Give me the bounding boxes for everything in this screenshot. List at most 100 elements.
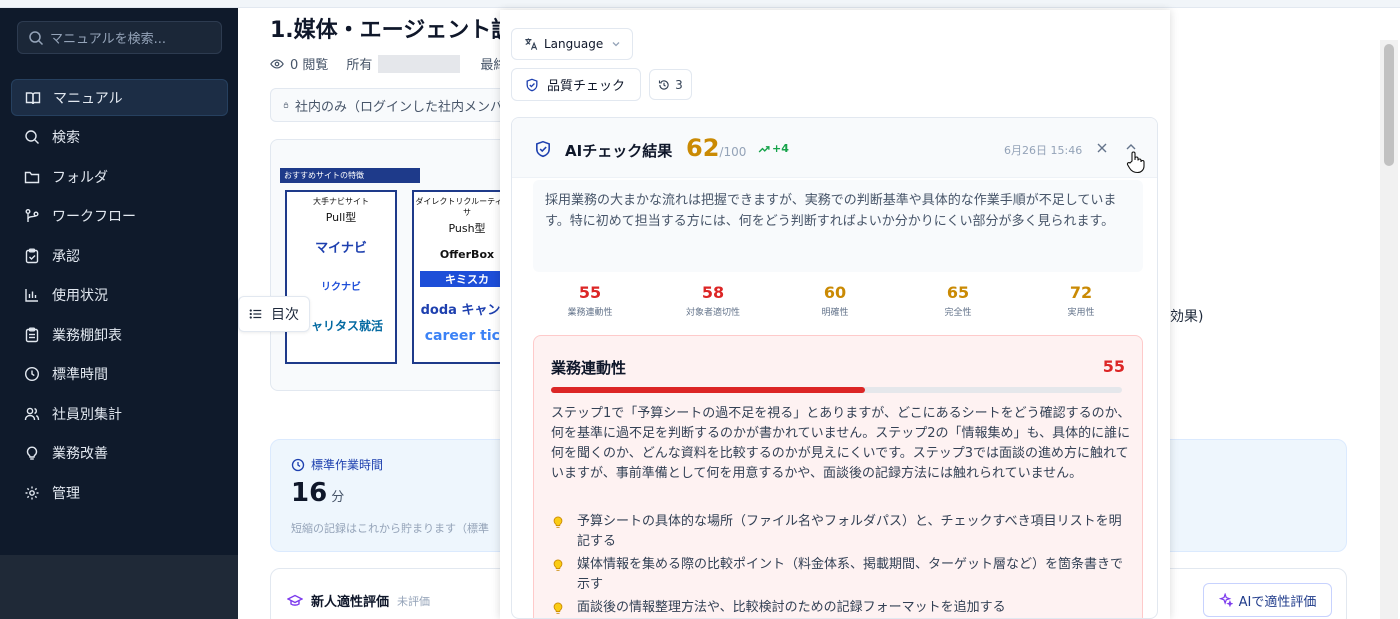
sidebar-search-input[interactable]: マニュアルを検索...	[17, 21, 222, 54]
image-push-kind: Push型	[448, 222, 486, 235]
tip-item: 予算シートの具体的な場所（ファイル名やフォルダパス）と、チェックすべき項目リスト…	[551, 512, 1131, 552]
metric-label: 業務連動性	[567, 308, 613, 318]
image-push-column: ダイレクトリクルーティングサ Push型 OfferBox キミスカ doda …	[412, 190, 510, 364]
sidebar-item-label: フォルダ	[52, 169, 108, 186]
sidebar: マニュアルを検索... マニュアル 検索 フォルダ ワークフロー 承認 使用状況…	[0, 8, 238, 619]
shield-check-icon	[526, 78, 538, 91]
sidebar-item-label: 業務棚卸表	[52, 327, 122, 344]
workflow-icon	[25, 209, 39, 222]
sidebar-item-employee-totals[interactable]: 社員別集計	[11, 395, 228, 432]
sidebar-item-label: 使用状況	[52, 288, 108, 304]
result-summary: 採用業務の大まかな流れは把握できますが、実務での判断基準や具体的な作業手順が不足…	[533, 180, 1143, 272]
metric-business-linkage: 55 業務連動性	[530, 283, 650, 318]
aptitude-eval-status: 未評価	[397, 594, 431, 608]
metric-label: 完全性	[944, 308, 972, 318]
owner-label: 所有	[346, 58, 373, 73]
shield-check-icon	[536, 140, 550, 158]
sidebar-item-label: ワークフロー	[52, 209, 136, 225]
ai-aptitude-eval-button[interactable]: AIで適性評価	[1203, 583, 1332, 617]
page-scrollbar[interactable]	[1380, 40, 1398, 619]
logo-offerbox: OfferBox	[439, 248, 495, 261]
history-icon	[659, 79, 669, 90]
sidebar-item-inventory[interactable]: 業務棚卸表	[11, 316, 228, 353]
page-meta: 0 閲覧 所有 最終更	[270, 54, 519, 73]
sidebar-item-approval[interactable]: 承認	[11, 237, 228, 274]
clipboard-check-icon	[25, 248, 39, 263]
improvement-tips: 予算シートの具体的な場所（ファイル名やフォルダパス）と、チェックすべき項目リスト…	[551, 512, 1131, 618]
detail-body: ステップ1で「予算シートの過不足を視る」とありますが、どこにあるシートをどう確認…	[551, 406, 1131, 481]
sidebar-item-standard-time[interactable]: 標準時間	[11, 356, 228, 393]
aptitude-eval-title: 新人適性評価 未評価	[287, 591, 430, 610]
quality-check-button[interactable]: 品質チェック	[511, 68, 641, 101]
metric-practicality: 72 実用性	[1021, 283, 1141, 318]
sidebar-item-label: 管理	[52, 485, 80, 502]
sidebar-item-label: 検索	[52, 130, 80, 146]
search-icon	[25, 130, 39, 144]
sidebar-item-usage[interactable]: 使用状況	[11, 277, 228, 314]
clipboard-list-icon	[25, 327, 39, 342]
result-date: 6月26日 15:46	[1004, 144, 1083, 157]
detail-score: 55	[1102, 357, 1125, 376]
logo-doda: doda キャンパ	[420, 303, 510, 318]
logo-rikunabi: リクナビ	[321, 282, 361, 293]
lock-icon	[283, 102, 289, 108]
history-button[interactable]: 3	[649, 69, 692, 100]
translate-icon	[525, 38, 538, 50]
tip-item: 媒体情報を集める際の比較ポイント（料金体系、掲載期間、ターゲット層など）を箇条書…	[551, 555, 1131, 595]
metric-value: 65	[946, 283, 970, 302]
history-count: 3	[675, 77, 683, 92]
trending-up-icon	[758, 145, 770, 152]
sidebar-item-label: 社員別集計	[52, 406, 122, 423]
sidebar-item-improvement[interactable]: 業務改善	[11, 435, 228, 472]
result-header: AIチェック結果 62/100 +4 6月26日 15:46	[512, 118, 1157, 178]
image-push-sub: ダイレクトリクルーティングサ	[415, 197, 510, 217]
list-icon	[249, 309, 262, 319]
standard-time-value: 16 分	[291, 478, 345, 508]
owner-redacted	[378, 54, 461, 73]
metric-completeness: 65 完全性	[898, 283, 1018, 318]
metric-audience-fit: 58 対象者適切性	[653, 283, 773, 318]
overall-score: 62/100	[686, 134, 747, 162]
sidebar-item-search[interactable]: 検索	[11, 119, 228, 156]
language-button[interactable]: Language	[511, 28, 633, 60]
users-icon	[24, 407, 40, 420]
access-scope: 社内のみ（ログインした社内メンバー）	[270, 88, 530, 122]
sidebar-footer	[0, 555, 238, 619]
logo-mynavi: マイナビ	[315, 241, 367, 256]
quality-check-panel: Language 品質チェック 3 AIチェック結果 62/100 +4 6月2…	[500, 10, 1170, 619]
folder-icon	[24, 171, 40, 183]
ai-check-result-card: AIチェック結果 62/100 +4 6月26日 15:46 採用業務の大まかな…	[511, 117, 1158, 619]
metric-value: 72	[1069, 283, 1093, 302]
metric-value: 55	[578, 283, 602, 302]
image-banner: おすすめサイトの特徴	[280, 168, 420, 183]
sidebar-item-label: 業務改善	[52, 446, 108, 462]
metric-label: 実用性	[1067, 308, 1095, 318]
sidebar-nav: マニュアル 検索 フォルダ ワークフロー 承認 使用状況 業務棚卸表 標準時間 …	[11, 79, 228, 514]
logo-kimisuka: キミスカ	[420, 271, 509, 287]
close-icon[interactable]	[1096, 142, 1108, 154]
detail-progress-bar	[551, 387, 1122, 393]
toc-button[interactable]: 目次	[238, 296, 310, 332]
sidebar-item-workflow[interactable]: ワークフロー	[11, 198, 228, 235]
sidebar-item-manual[interactable]: マニュアル	[11, 79, 228, 116]
clock-icon	[291, 458, 305, 471]
sparkles-icon	[1218, 593, 1233, 607]
book-open-icon	[25, 91, 41, 104]
scrollbar-thumb[interactable]	[1384, 44, 1394, 166]
metric-value: 58	[701, 283, 725, 302]
bar-chart-icon	[25, 289, 38, 302]
sidebar-item-folder[interactable]: フォルダ	[11, 158, 228, 195]
score-max: /100	[719, 145, 747, 159]
lightbulb-icon	[553, 559, 563, 571]
metric-scores: 55 業務連動性 58 対象者適切性 60 明確性 65 完全性 72 実用性	[512, 283, 1157, 325]
logo-careerticket: career tick	[424, 328, 510, 344]
sidebar-item-admin[interactable]: 管理	[11, 474, 228, 511]
browser-top-strip	[0, 0, 1400, 8]
chevron-down-icon	[612, 42, 620, 47]
app-window: マニュアルを検索... マニュアル 検索 フォルダ ワークフロー 承認 使用状況…	[0, 0, 1400, 619]
metric-label: 明確性	[821, 308, 849, 318]
gear-icon	[25, 486, 39, 499]
hand-cursor-icon	[1126, 151, 1145, 174]
standard-time-label: 標準作業時間	[291, 456, 383, 473]
toc-label: 目次	[271, 307, 299, 323]
